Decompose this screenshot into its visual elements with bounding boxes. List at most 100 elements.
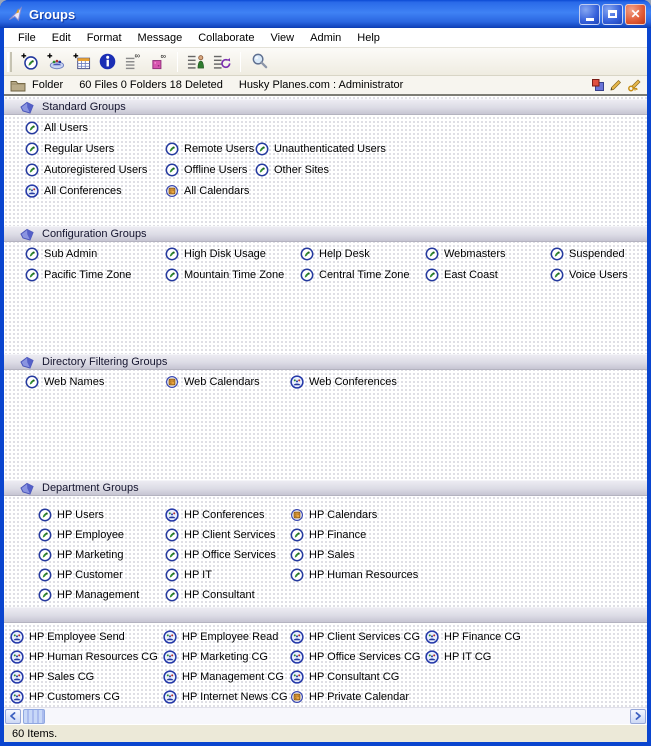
group-item-label: HP Marketing — [57, 549, 123, 561]
group-item[interactable]: Remote Users — [165, 142, 255, 156]
section-title: Department Groups — [42, 482, 139, 494]
group-item[interactable]: Webmasters — [425, 247, 550, 261]
close-button[interactable]: ✕ — [625, 4, 646, 25]
info-button[interactable] — [94, 50, 120, 74]
group-item[interactable]: Regular Users — [25, 142, 165, 156]
group-item[interactable]: HP Calendars — [290, 508, 377, 522]
group-item-label: High Disk Usage — [184, 248, 266, 260]
group-item[interactable]: Unauthenticated Users — [255, 142, 386, 156]
search-button[interactable] — [246, 50, 272, 74]
group-item[interactable]: HP Human Resources CG — [10, 650, 163, 664]
user-group-icon — [425, 247, 439, 261]
group-item[interactable]: Web Conferences — [290, 375, 397, 389]
group-item[interactable]: Pacific Time Zone — [25, 268, 165, 282]
user-group-icon — [290, 568, 304, 582]
group-item[interactable]: Autoregistered Users — [25, 163, 165, 177]
scrollbar-thumb[interactable] — [23, 709, 45, 724]
menu-message[interactable]: Message — [130, 30, 191, 46]
group-item-label: HP Finance — [309, 529, 366, 541]
new-conference-group-button[interactable] — [42, 50, 68, 74]
horizontal-scrollbar[interactable] — [4, 707, 647, 724]
group-item[interactable]: Central Time Zone — [300, 268, 425, 282]
menu-admin[interactable]: Admin — [302, 30, 349, 46]
menu-help[interactable]: Help — [349, 30, 388, 46]
toolbar-grip[interactable] — [7, 52, 12, 72]
menu-format[interactable]: Format — [79, 30, 130, 46]
group-item[interactable]: HP Marketing — [38, 548, 165, 562]
new-calendar-group-button[interactable] — [68, 50, 94, 74]
group-item[interactable]: All Calendars — [165, 184, 255, 198]
group-item[interactable]: HP Users — [38, 508, 165, 522]
group-item[interactable]: HP Office Services CG — [290, 650, 425, 664]
group-item[interactable]: Sub Admin — [25, 247, 165, 261]
group-sync-button[interactable] — [209, 50, 235, 74]
group-row: HP EmployeeHP Client Services HP Finance — [38, 525, 647, 545]
user-group-icon — [165, 588, 179, 602]
maximize-button[interactable] — [602, 4, 623, 25]
group-item[interactable]: HP Office Services — [165, 548, 290, 562]
section-rows: HP UsersHP ConferencesHP Calendars HP Emp… — [4, 505, 647, 605]
group-item[interactable]: East Coast — [425, 268, 550, 282]
directory-list-button[interactable] — [183, 50, 209, 74]
group-item[interactable]: HP Marketing CG — [163, 650, 290, 664]
group-item[interactable]: HP Sales — [290, 548, 355, 562]
group-item[interactable]: Web Names — [25, 375, 165, 389]
item-unlimited-button[interactable]: ∞ — [146, 50, 172, 74]
user-group-icon — [165, 548, 179, 562]
menu-collaborate[interactable]: Collaborate — [190, 30, 262, 46]
group-item[interactable]: Voice Users — [550, 268, 628, 282]
group-item[interactable]: Suspended — [550, 247, 625, 261]
group-item[interactable]: HP Private Calendar — [290, 690, 425, 704]
group-item[interactable]: HP Finance — [290, 528, 366, 542]
group-item[interactable]: All Users — [25, 121, 165, 135]
menu-edit[interactable]: Edit — [44, 30, 79, 46]
group-item[interactable]: HP Customer — [38, 568, 165, 582]
user-group-icon — [165, 247, 179, 261]
scroll-left-button[interactable] — [5, 709, 21, 724]
group-item[interactable]: Help Desk — [300, 247, 425, 261]
list-unlimited-button[interactable]: ∞ — [120, 50, 146, 74]
group-item[interactable]: HP IT CG — [425, 650, 491, 664]
section-title: Standard Groups — [42, 101, 126, 113]
user-group-icon — [25, 247, 39, 261]
group-item[interactable]: Other Sites — [255, 163, 329, 177]
group-item[interactable]: HP Employee — [38, 528, 165, 542]
group-item[interactable]: HP Consultant — [165, 588, 290, 602]
group-item[interactable]: All Conferences — [25, 184, 165, 198]
conference-icon — [163, 670, 177, 684]
maximize-icon — [608, 10, 617, 18]
group-item[interactable]: HP Client Services CG — [290, 630, 425, 644]
group-item[interactable]: HP Internet News CG — [163, 690, 290, 704]
minimize-button[interactable] — [579, 4, 600, 25]
conference-icon — [290, 670, 304, 684]
group-item-label: Unauthenticated Users — [274, 143, 386, 155]
menu-file[interactable]: File — [10, 30, 44, 46]
folder-type-label: Folder — [32, 79, 63, 91]
group-item-label: Central Time Zone — [319, 269, 409, 281]
user-group-icon — [25, 375, 39, 389]
group-item[interactable]: HP Human Resources — [290, 568, 418, 582]
group-item[interactable]: HP Conferences — [165, 508, 290, 522]
group-item[interactable]: Mountain Time Zone — [165, 268, 300, 282]
group-item[interactable]: HP Employee Read — [163, 630, 290, 644]
group-item[interactable]: HP Employee Send — [10, 630, 163, 644]
group-item[interactable]: HP Management CG — [163, 670, 290, 684]
group-item-label: Help Desk — [319, 248, 370, 260]
group-item[interactable]: HP Sales CG — [10, 670, 163, 684]
menu-view[interactable]: View — [262, 30, 302, 46]
new-user-group-button[interactable] — [16, 50, 42, 74]
pencil-key-icon — [627, 78, 641, 92]
scroll-right-button[interactable] — [630, 709, 646, 724]
group-item[interactable]: Offline Users — [165, 163, 255, 177]
group-item[interactable]: Web Calendars — [165, 375, 290, 389]
group-item[interactable]: HP Customers CG — [10, 690, 163, 704]
group-item[interactable]: HP Consultant CG — [290, 670, 425, 684]
group-item[interactable]: HP Management — [38, 588, 165, 602]
group-item[interactable]: HP IT — [165, 568, 290, 582]
group-item[interactable]: High Disk Usage — [165, 247, 300, 261]
conference-icon — [163, 650, 177, 664]
conference-icon — [25, 184, 39, 198]
group-item[interactable]: HP Client Services — [165, 528, 290, 542]
group-item[interactable]: HP Finance CG — [425, 630, 521, 644]
status-text: 60 Items. — [12, 728, 57, 740]
